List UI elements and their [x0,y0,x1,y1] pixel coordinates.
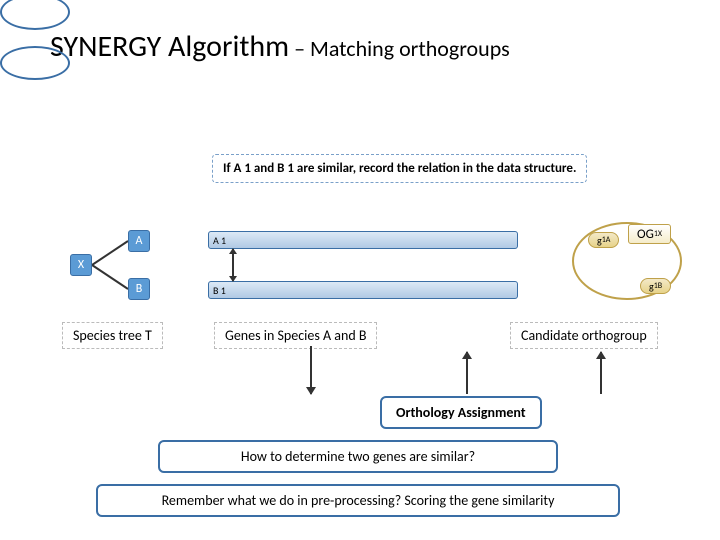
gene-bar-b1-label: B 1 [213,284,226,297]
title-main: SYNERGY Algorithm [50,28,289,65]
orthology-assignment-box: Orthology Assignment [380,396,542,429]
caption-species-tree: Species tree T [62,322,163,349]
gene-g1a: g1A [588,232,619,248]
slide-title: SYNERGY Algorithm – Matching orthogroups [50,28,510,65]
node-x: X [70,254,92,276]
question-box: How to determine two genes are similar? [158,440,558,473]
title-sep: – [289,35,310,62]
title-sub: Matching orthogroups [310,35,510,62]
genome-b-oval [0,46,70,80]
species-tree: X A B [70,230,170,300]
gene-bar-a1: A 1 [208,231,518,249]
arrow-down-icon [310,346,312,394]
node-b: B [128,278,150,300]
a1-b1-link-icon [232,249,234,281]
caption-candidate: Candidate orthogroup [510,322,658,349]
genome-a-oval [0,0,70,30]
arrow-up-right-icon [600,352,602,394]
node-a: A [128,230,150,252]
gene-g1b: g1B [640,278,671,294]
instruction-box: If A 1 and B 1 are similar, record the r… [212,154,587,183]
orthogroup-label: OG1X [628,224,671,244]
gene-bar-a1-label: A 1 [213,234,226,247]
caption-genes: Genes in Species A and B [214,322,377,349]
reminder-box: Remember what we do in pre-processing? S… [96,484,620,517]
gene-bar-b1: B 1 [208,281,518,299]
arrow-up-mid-icon [466,352,468,394]
